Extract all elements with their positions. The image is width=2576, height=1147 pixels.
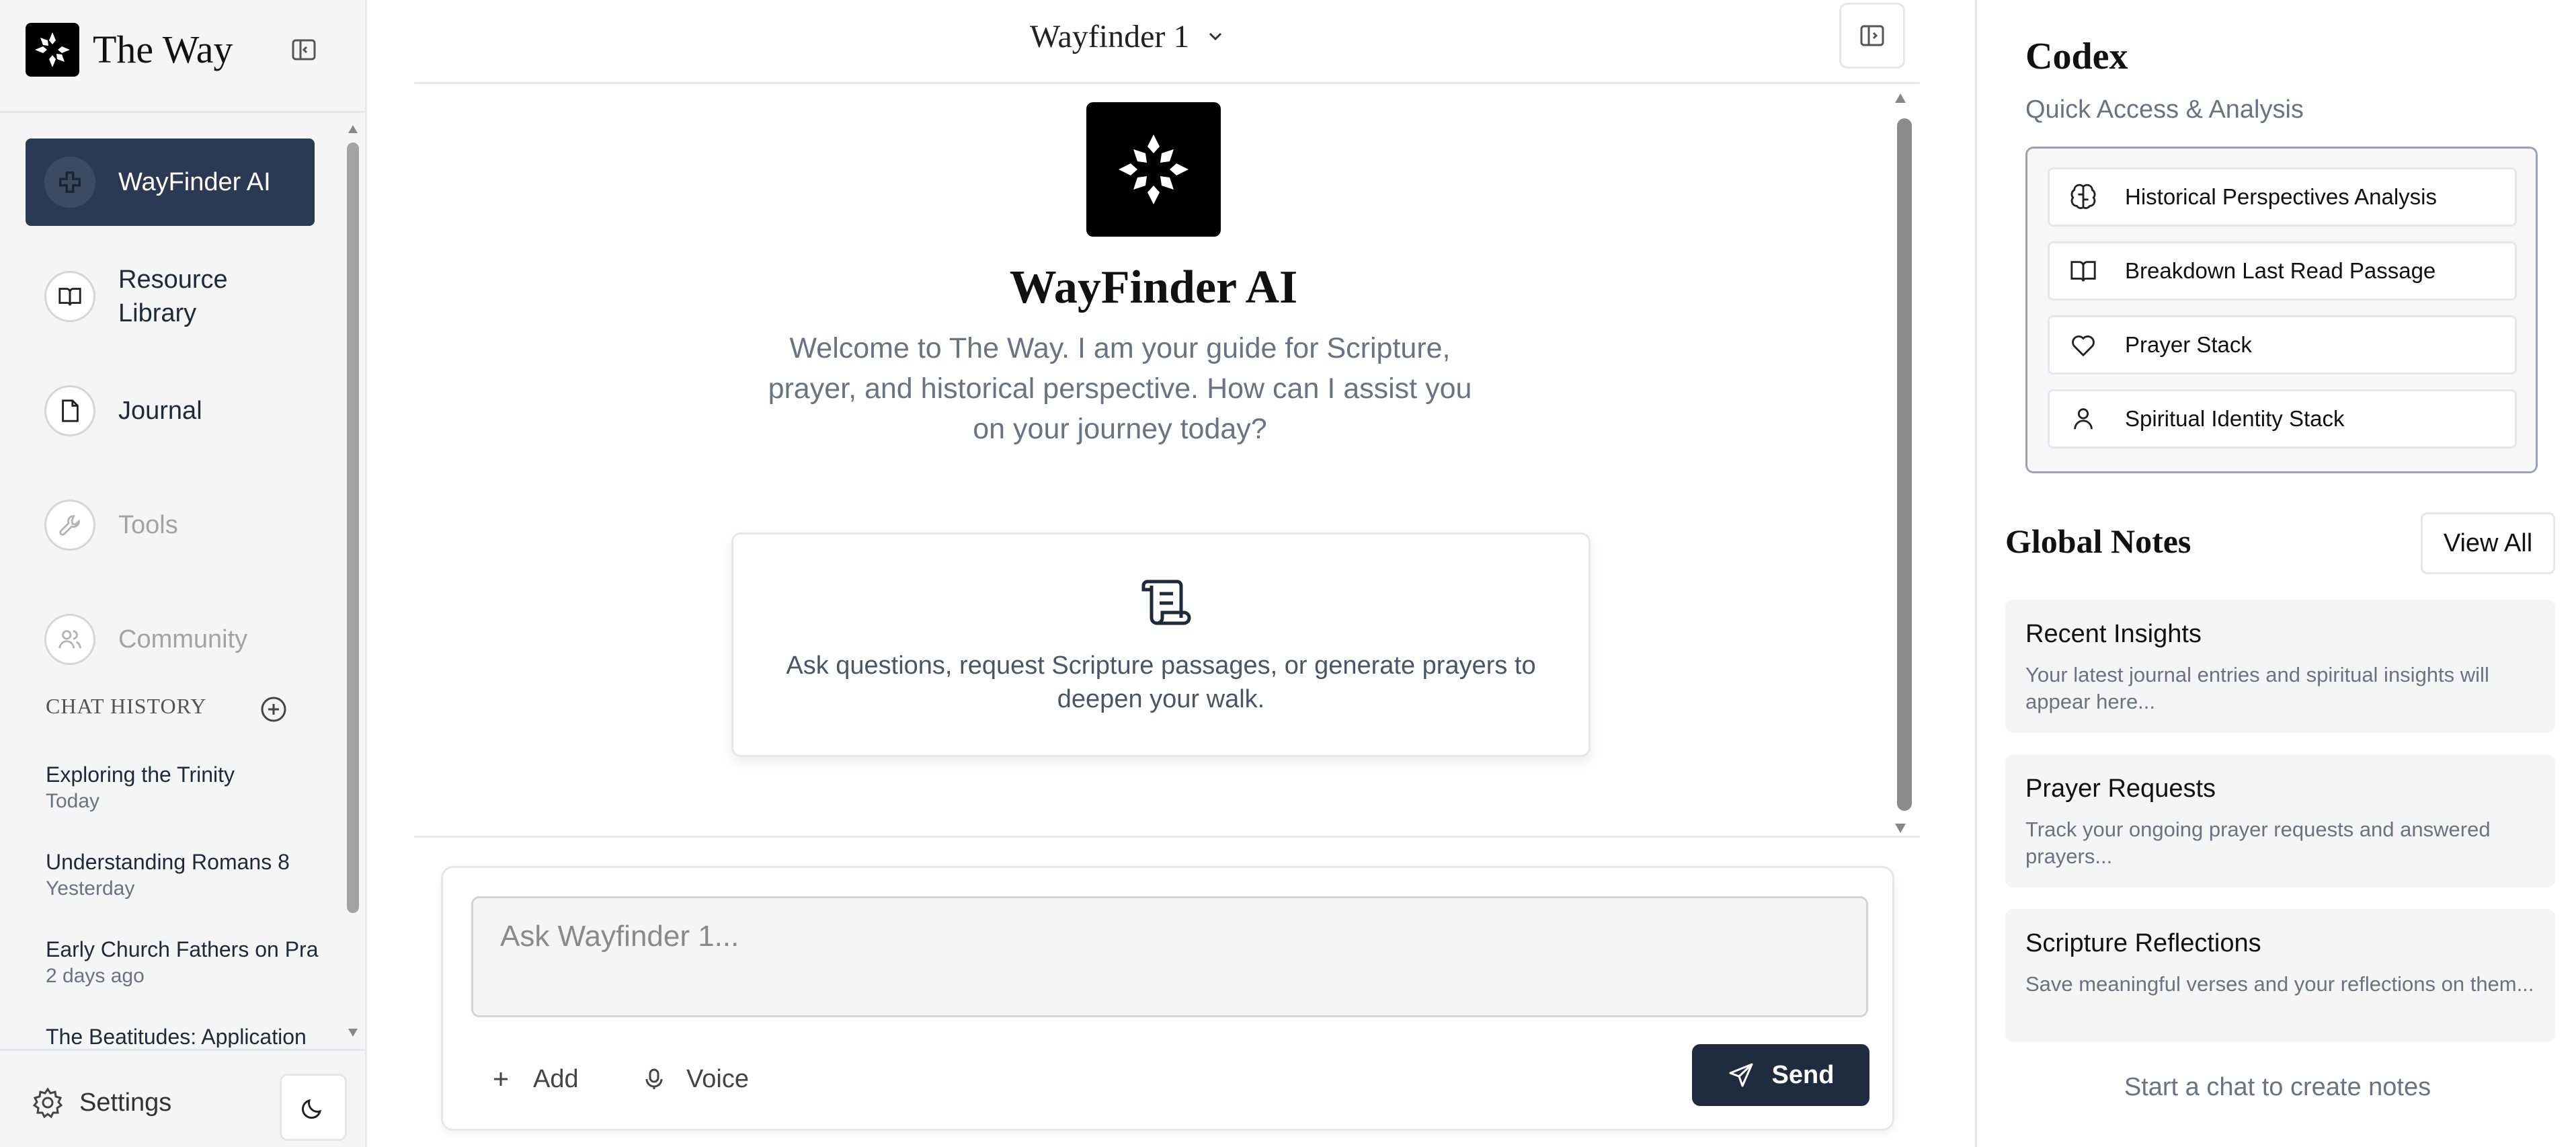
nav-item-wayfinder-ai[interactable]: WayFinder AI bbox=[26, 139, 315, 226]
note-title: Scripture Reflections bbox=[2025, 929, 2261, 957]
settings-link[interactable]: Settings bbox=[79, 1089, 171, 1117]
model-selector[interactable]: Wayfinder 1 bbox=[1030, 15, 1225, 58]
book-icon bbox=[44, 271, 95, 322]
nav-item-community: Community bbox=[26, 596, 315, 683]
note-card-scripture-reflections[interactable]: Scripture Reflections Save meaningful ve… bbox=[2005, 909, 2555, 1042]
codex-breakdown-passage-button[interactable]: Breakdown Last Read Passage bbox=[2048, 241, 2517, 301]
users-icon bbox=[44, 614, 95, 665]
nav-label: Journal bbox=[118, 397, 202, 425]
codex-spiritual-identity-button[interactable]: Spiritual Identity Stack bbox=[2048, 389, 2517, 448]
nav-label: Tools bbox=[118, 511, 178, 539]
app-name: The Way bbox=[93, 28, 233, 71]
scroll-icon bbox=[1138, 575, 1192, 629]
nav-item-tools: Tools bbox=[26, 481, 315, 569]
main-nav: WayFinder AI Resource Library Journal To… bbox=[0, 114, 340, 1049]
wrench-icon bbox=[44, 500, 95, 551]
voice-label: Voice bbox=[686, 1064, 749, 1093]
notes-empty-state: Start a chat to create notes bbox=[2124, 1073, 2431, 1101]
codex-historical-perspectives-button[interactable]: Historical Perspectives Analysis bbox=[2048, 167, 2517, 227]
page-title: WayFinder AI bbox=[1009, 262, 1298, 313]
left-sidebar: The Way WayFinder AI Resource Library Jo… bbox=[0, 0, 367, 1147]
nav-item-resource-library[interactable]: Resource Library bbox=[26, 253, 315, 340]
nav-label: Resource Library bbox=[118, 266, 228, 327]
right-panel: Codex Quick Access & Analysis Historical… bbox=[1975, 0, 2576, 1147]
message-input[interactable] bbox=[471, 896, 1868, 1017]
moon-icon bbox=[300, 1094, 327, 1121]
app-logo bbox=[26, 23, 79, 77]
global-notes-title: Global Notes bbox=[2005, 522, 2191, 560]
note-title: Recent Insights bbox=[2025, 620, 2202, 648]
note-title: Prayer Requests bbox=[2025, 775, 2216, 803]
file-icon bbox=[44, 385, 95, 436]
note-card-prayer-requests[interactable]: Prayer Requests Track your ongoing praye… bbox=[2005, 754, 2555, 887]
chat-history-item[interactable]: Understanding Romans 8 Yesterday bbox=[46, 850, 328, 900]
codex-panel: Historical Perspectives Analysis Breakdo… bbox=[2025, 147, 2538, 473]
toggle-right-panel-button[interactable] bbox=[1839, 3, 1905, 69]
note-card-recent-insights[interactable]: Recent Insights Your latest journal entr… bbox=[2005, 600, 2555, 733]
book-open-icon bbox=[2068, 256, 2098, 286]
send-button[interactable]: Send bbox=[1692, 1044, 1869, 1106]
chat-title: Understanding Romans 8 bbox=[46, 850, 290, 874]
hint-text: Ask questions, request Scripture passage… bbox=[786, 651, 1536, 713]
sidebar-footer: Settings bbox=[0, 1049, 367, 1147]
wayfinder-logo bbox=[1086, 102, 1221, 237]
codex-prayer-stack-button[interactable]: Prayer Stack bbox=[2048, 315, 2517, 374]
sidebar-scrollbar-thumb[interactable] bbox=[347, 143, 359, 913]
message-composer: Add Voice Send bbox=[441, 866, 1894, 1131]
chat-date: Yesterday bbox=[46, 877, 135, 900]
heart-icon bbox=[2068, 330, 2098, 360]
note-body: Save meaningful verses and your reflecti… bbox=[2025, 972, 2534, 996]
main-chat: Wayfinder 1 WayFinder AI Welcome to The … bbox=[368, 0, 1975, 1147]
codex-title: Codex bbox=[2025, 36, 2128, 77]
codex-item-label: Spiritual Identity Stack bbox=[2125, 406, 2345, 431]
chat-history-item[interactable]: Early Church Fathers on Pra 2 days ago bbox=[46, 937, 328, 988]
brain-icon bbox=[2068, 182, 2098, 212]
nav-label: WayFinder AI bbox=[118, 168, 271, 196]
chat-title: The Beatitudes: Application bbox=[46, 1025, 307, 1047]
hint-card: Ask questions, request Scripture passage… bbox=[731, 532, 1591, 757]
chat-date: Today bbox=[46, 790, 100, 812]
codex-item-label: Historical Perspectives Analysis bbox=[2125, 184, 2437, 209]
chat-history-item[interactable]: Exploring the Trinity Today bbox=[46, 762, 328, 813]
chat-title: Exploring the Trinity bbox=[46, 762, 235, 787]
microphone-icon bbox=[642, 1067, 666, 1091]
chat-history-heading: CHAT HISTORY bbox=[46, 694, 207, 718]
add-attachment-button[interactable]: Add bbox=[489, 1048, 579, 1110]
brand-header: The Way bbox=[0, 0, 367, 113]
note-body: Track your ongoing prayer requests and a… bbox=[2025, 818, 2491, 868]
model-name: Wayfinder 1 bbox=[1030, 18, 1190, 54]
user-icon bbox=[2068, 404, 2098, 434]
send-icon bbox=[1728, 1062, 1755, 1089]
welcome-message: Welcome to The Way. I am your guide for … bbox=[768, 332, 1472, 445]
add-label: Add bbox=[533, 1064, 579, 1093]
chat-topbar: Wayfinder 1 bbox=[368, 0, 1975, 82]
chat-date: 2 days ago bbox=[46, 965, 145, 987]
codex-subtitle: Quick Access & Analysis bbox=[2025, 95, 2304, 124]
send-label: Send bbox=[1771, 1060, 1835, 1089]
nav-label: Community bbox=[118, 625, 248, 654]
codex-item-label: Breakdown Last Read Passage bbox=[2125, 258, 2436, 283]
chat-title: Early Church Fathers on Pra bbox=[46, 937, 319, 961]
note-body: Your latest journal entries and spiritua… bbox=[2025, 663, 2489, 713]
nav-item-journal[interactable]: Journal bbox=[26, 367, 315, 454]
panel-icon bbox=[1859, 22, 1886, 49]
codex-item-label: Prayer Stack bbox=[2125, 332, 2252, 357]
chevron-down-icon bbox=[1205, 26, 1225, 46]
new-chat-icon[interactable] bbox=[259, 695, 288, 723]
chat-history-item[interactable]: The Beatitudes: Application bbox=[46, 1025, 328, 1047]
plus-icon bbox=[44, 157, 95, 208]
chat-scrollbar-thumb[interactable] bbox=[1897, 118, 1912, 811]
plus-icon bbox=[489, 1067, 513, 1091]
voice-button[interactable]: Voice bbox=[642, 1048, 749, 1110]
gear-icon[interactable] bbox=[32, 1087, 63, 1118]
view-all-notes-button[interactable]: View All bbox=[2421, 512, 2555, 574]
theme-toggle-button[interactable] bbox=[280, 1074, 347, 1141]
collapse-sidebar-icon[interactable] bbox=[290, 36, 317, 63]
